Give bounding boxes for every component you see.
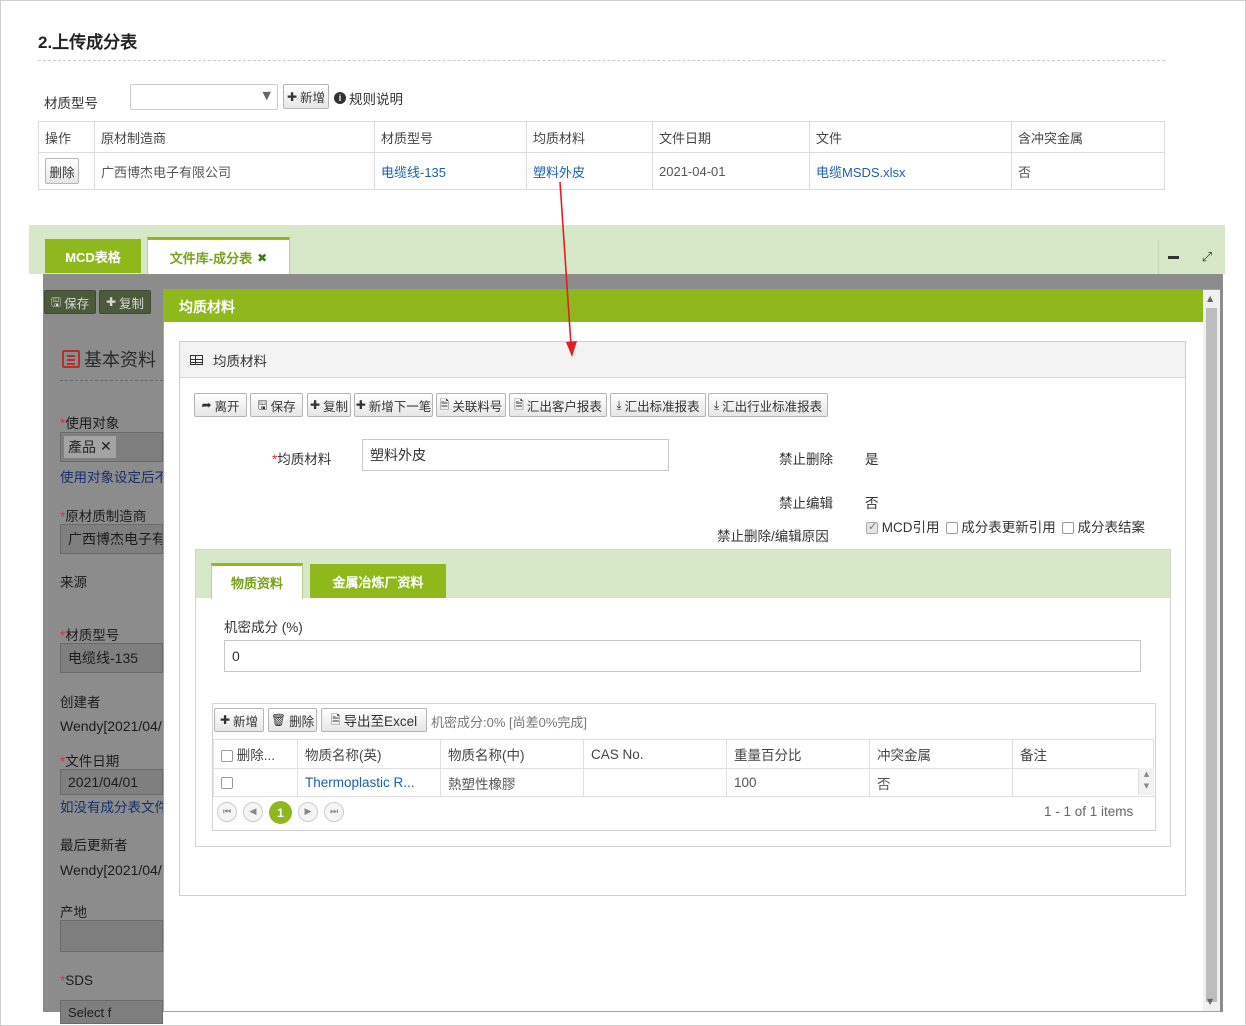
arrow-head <box>566 341 577 357</box>
annotation-arrow <box>559 181 577 357</box>
arrow-line <box>559 181 572 346</box>
